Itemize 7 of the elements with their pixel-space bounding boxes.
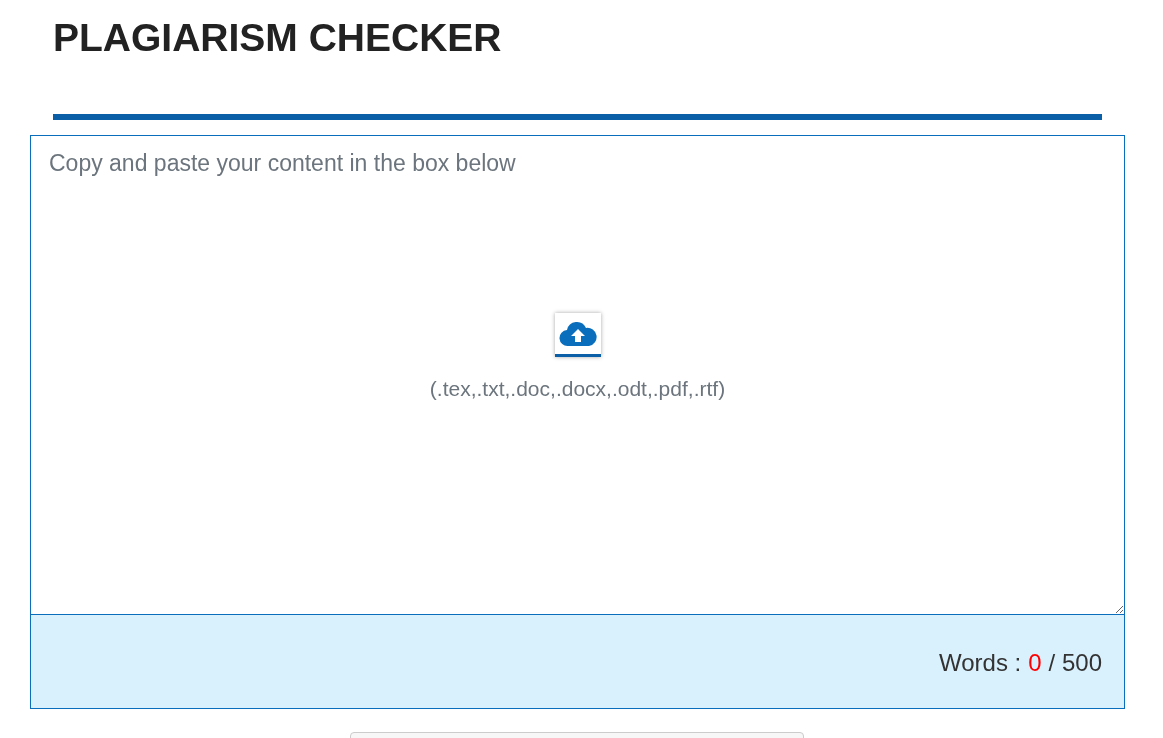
word-limit: / 500 <box>1048 648 1102 677</box>
file-formats-text: (.tex,.txt,.doc,.docx,.odt,.pdf,.rtf) <box>429 377 726 401</box>
words-label: Words : <box>939 648 1022 677</box>
upload-button[interactable] <box>554 313 601 357</box>
cloud-upload-icon <box>558 320 597 347</box>
page-title: PLAGIARISM CHECKER <box>52 15 503 61</box>
word-count: 0 <box>1028 648 1042 677</box>
